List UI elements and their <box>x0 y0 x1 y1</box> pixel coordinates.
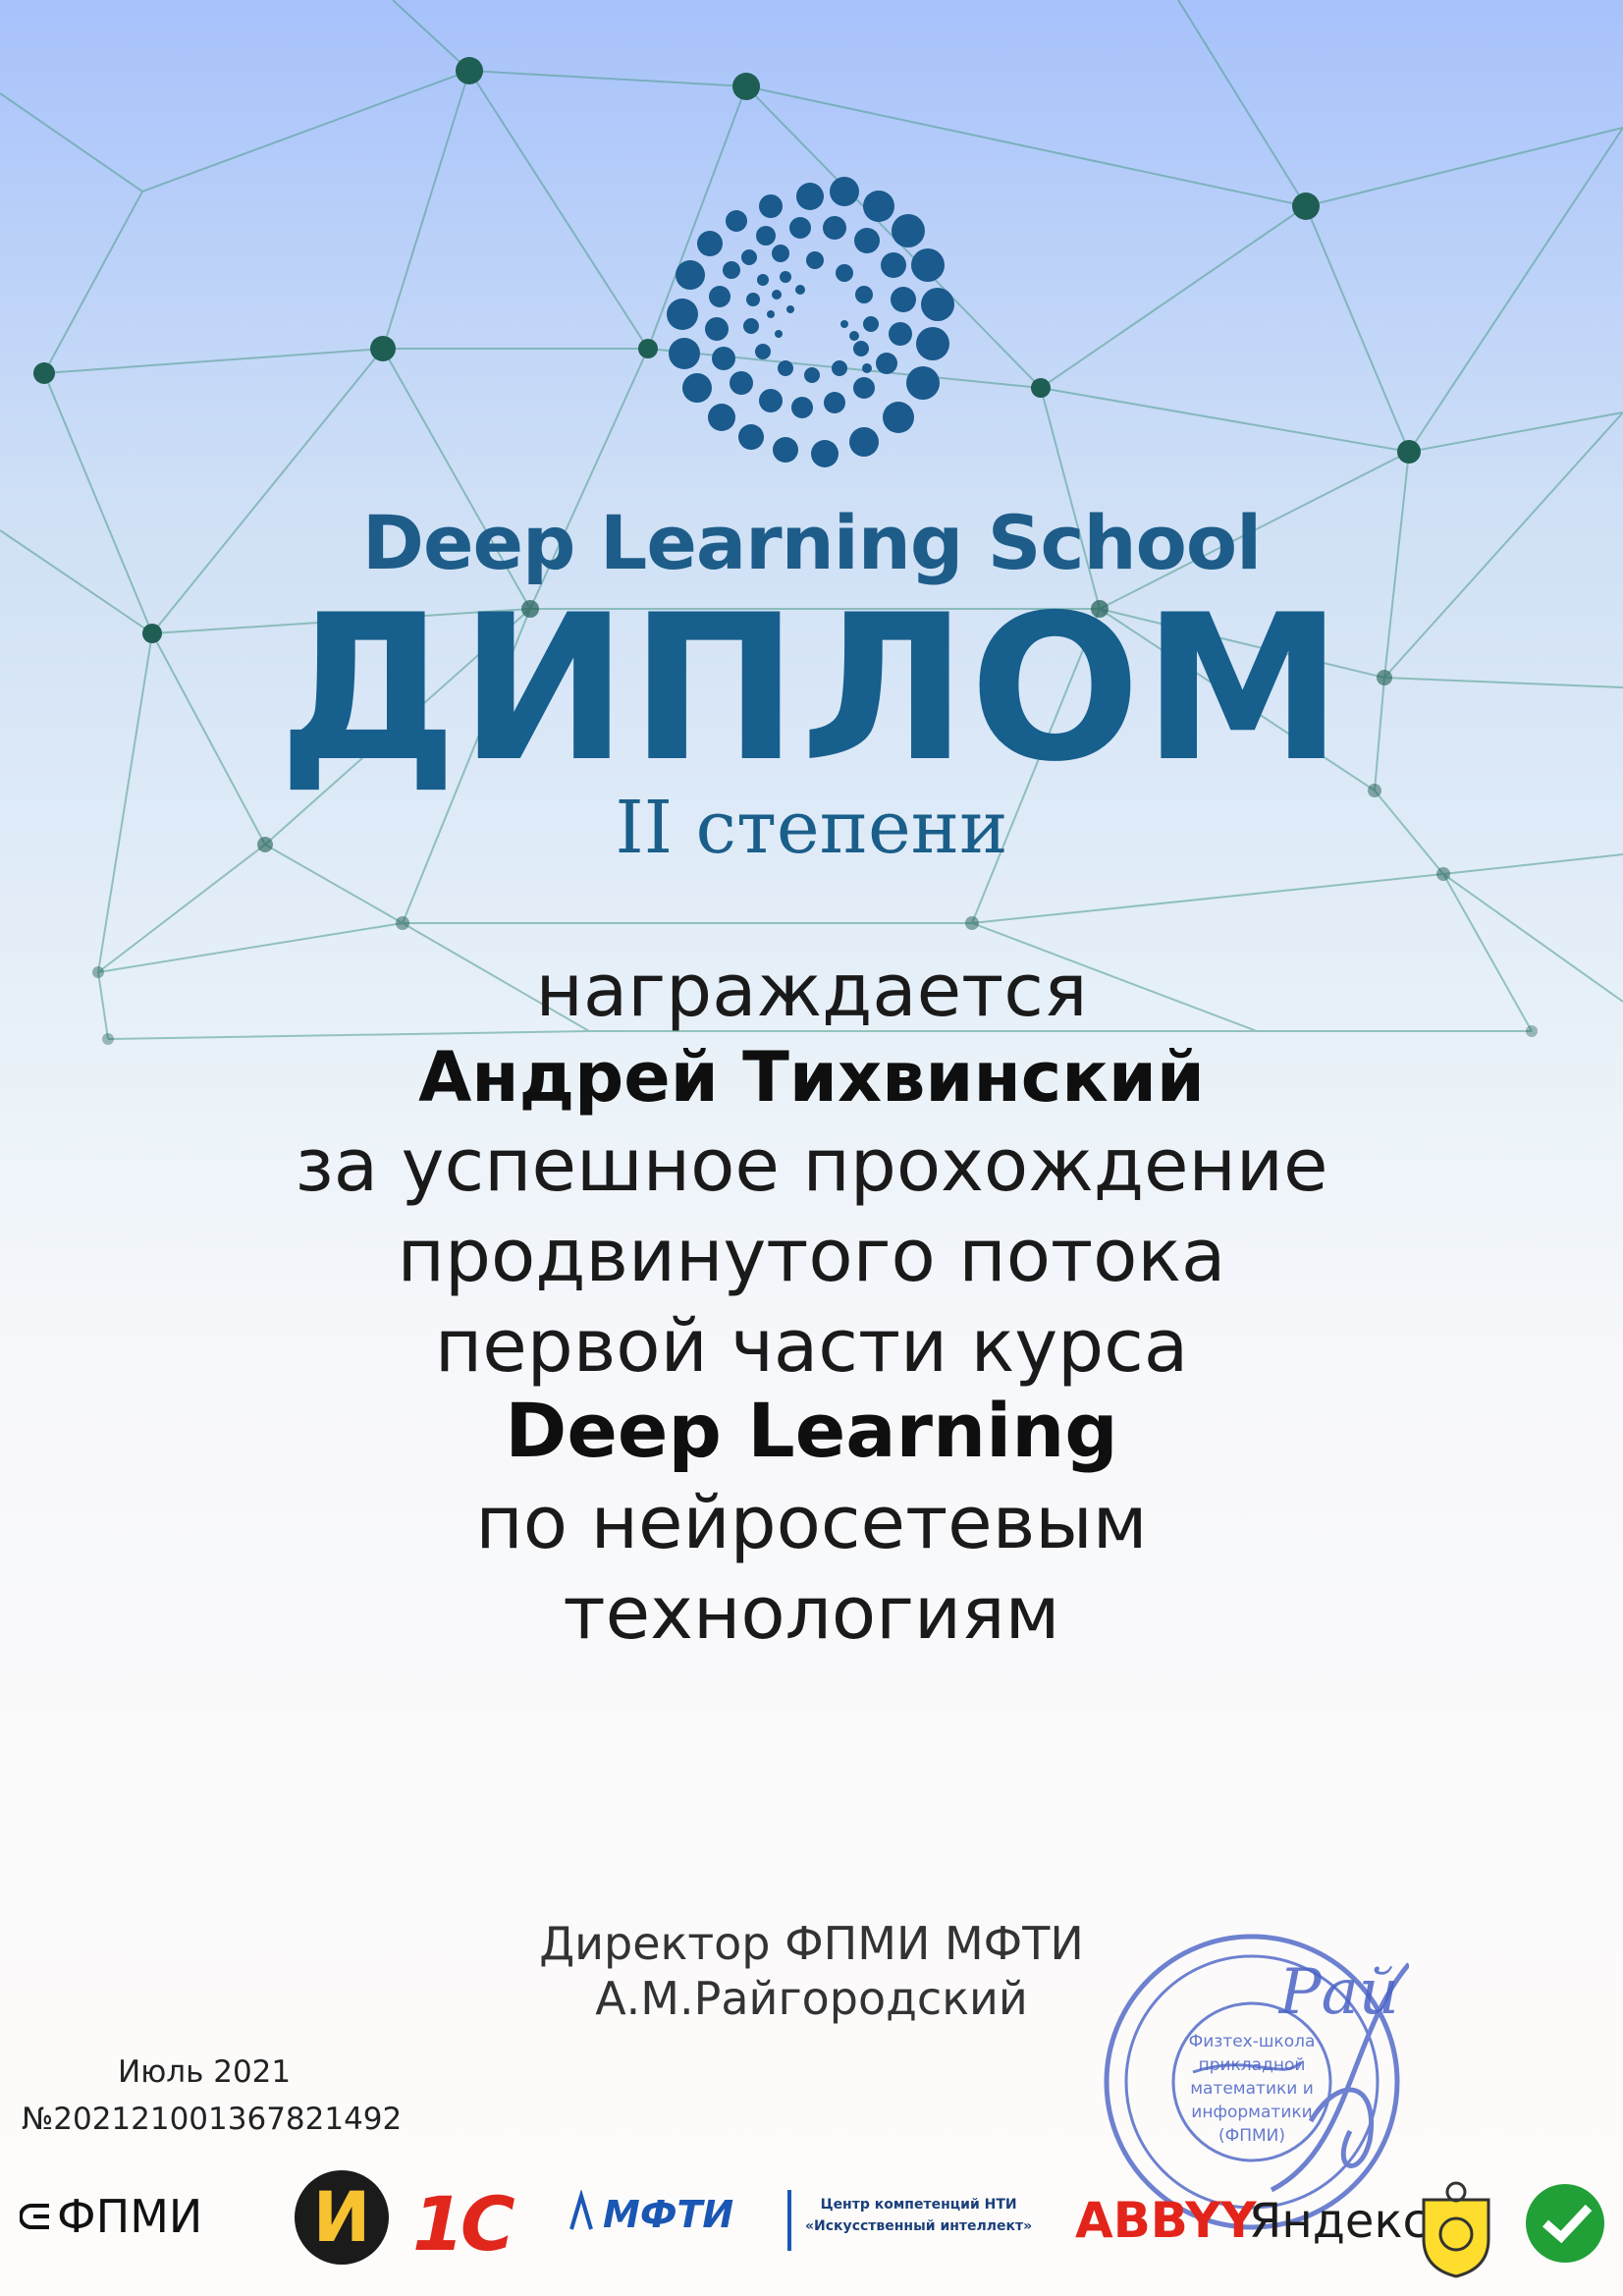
onec-logo: 1С <box>412 2180 515 2268</box>
mipt-logo: МФТИ <box>569 2190 733 2239</box>
mipt-text: МФТИ <box>603 2193 734 2236</box>
award-line-2: продвинутого потока <box>397 1214 1226 1298</box>
seal-line-4: информатики <box>1191 2103 1312 2122</box>
fpmi-icon <box>20 2204 49 2229</box>
diploma-number: №202121001367821492 <box>22 2102 403 2137</box>
seal-line-5: (ФПМИ) <box>1218 2126 1285 2146</box>
award-lead: награждается <box>535 949 1088 1033</box>
yandex-logo: Яндекс <box>1249 2194 1429 2249</box>
award-line-5: технологиям <box>563 1571 1060 1656</box>
divider <box>787 2190 791 2251</box>
course-name: Deep Learning <box>505 1387 1118 1474</box>
fpmi-text: ФПМИ <box>57 2190 203 2243</box>
school-logo <box>667 177 954 467</box>
award-line-3: первой части курса <box>434 1304 1189 1389</box>
nti-logo: Центр компетенций НТИ «Искусственный инт… <box>805 2194 1032 2237</box>
diploma-degree: II степени <box>615 786 1008 870</box>
diploma-title: ДИПЛОМ <box>278 573 1345 806</box>
nti-line-1: Центр компетенций НТИ <box>820 2197 1017 2213</box>
tinkoff-emblem-icon <box>1422 2181 1490 2278</box>
i-logo: И <box>295 2170 389 2265</box>
recipient-name: Андрей Тихвинский <box>418 1037 1205 1118</box>
issue-date: Июль 2021 <box>118 2054 292 2090</box>
abbyy-logo: ABBYY <box>1075 2192 1257 2249</box>
seal-line-2: прикладной <box>1199 2055 1306 2075</box>
nti-line-2: «Искусственный интеллект» <box>805 2218 1033 2234</box>
seal-line-1: Физтех-школа <box>1189 2032 1316 2051</box>
award-line-1: за успешное прохождение <box>295 1123 1328 1208</box>
mipt-icon <box>569 2190 593 2230</box>
fpmi-logo: ФПМИ <box>20 2190 202 2243</box>
partner-logos: ФПМИ И 1С МФТИ Центр компетенций НТИ «Ис… <box>0 2160 1623 2278</box>
seal-line-3: математики и <box>1190 2079 1314 2099</box>
award-line-4: по нейросетевым <box>475 1481 1148 1565</box>
handwritten-signature: Рай <box>1278 1956 1399 2029</box>
sber-logo-icon <box>1526 2184 1604 2263</box>
